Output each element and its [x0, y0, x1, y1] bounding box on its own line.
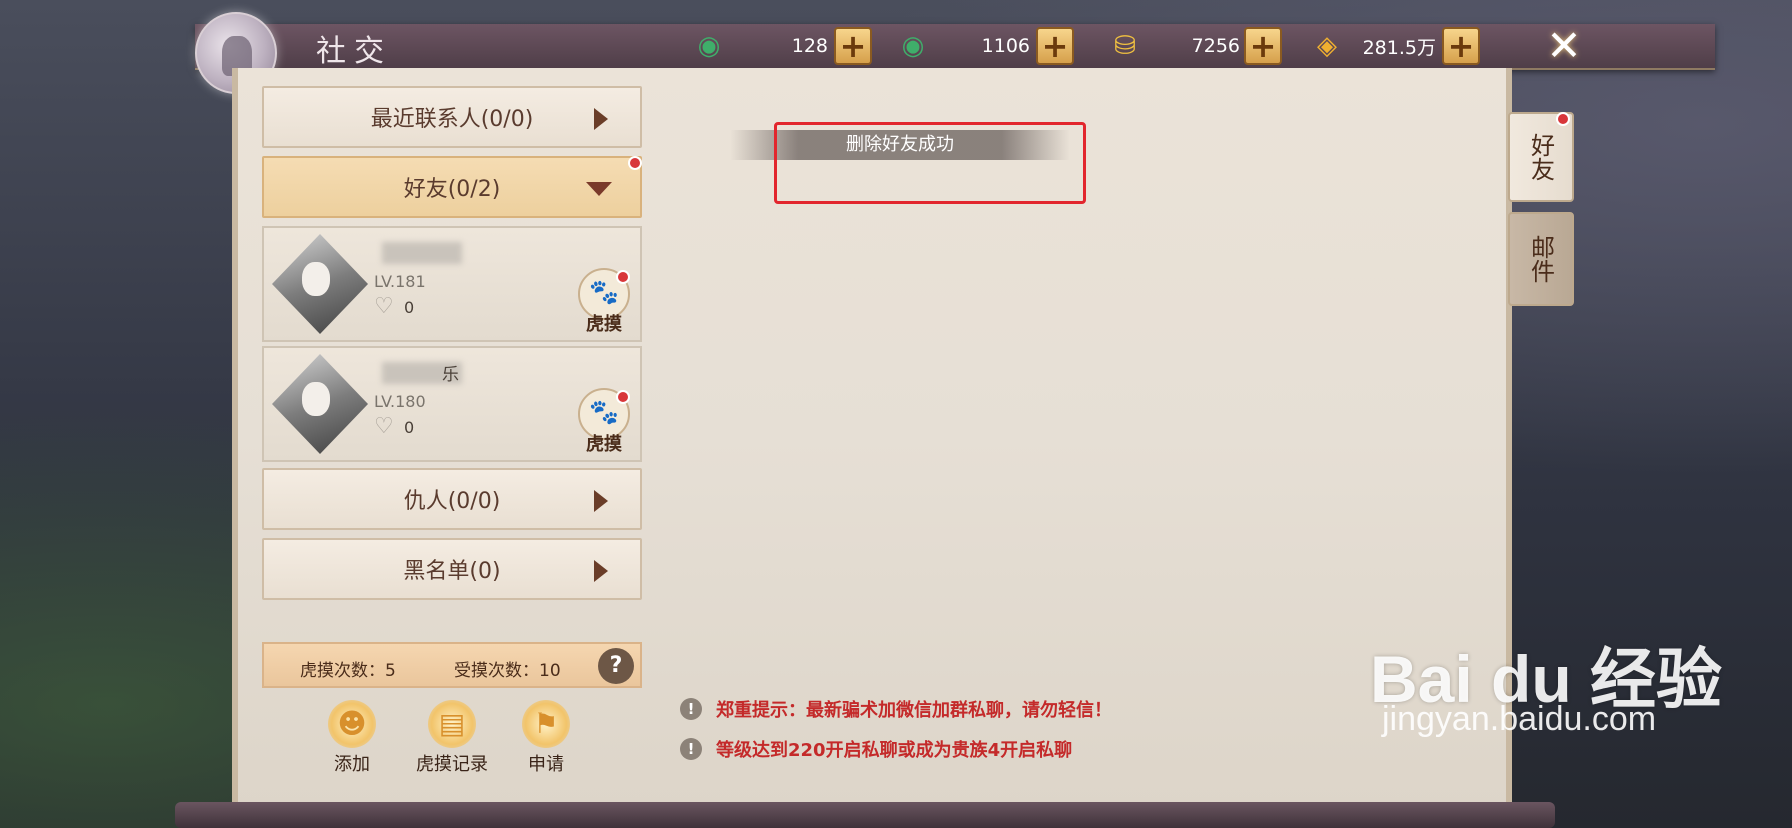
- currency-jade: ◉ 128 +: [692, 27, 872, 65]
- avatar-face: [302, 382, 330, 416]
- tab-mail[interactable]: 邮件: [1508, 212, 1574, 306]
- highlight-box: [774, 122, 1086, 204]
- category-friends-label: 好友(0/2): [403, 177, 501, 202]
- jade-value: 128: [791, 35, 828, 57]
- pat-button-label[interactable]: 虎摸: [578, 310, 630, 336]
- tab-mail-label: 邮件: [1526, 235, 1555, 283]
- notification-dot: [616, 270, 630, 284]
- panel-scroll-base: [175, 802, 1555, 828]
- notification-dot: [628, 156, 642, 170]
- add-label: 添加: [334, 754, 370, 775]
- bound-jade-value: 1106: [981, 35, 1030, 57]
- coin-icon: ◈: [1317, 31, 1337, 61]
- category-enemies[interactable]: 仇人(0/0): [262, 468, 642, 530]
- category-recent-label: 最近联系人(0/0): [370, 107, 534, 132]
- chevron-down-icon: [586, 182, 612, 196]
- chevron-right-icon: [594, 560, 608, 582]
- category-blacklist-label: 黑名单(0): [403, 559, 501, 584]
- add-gold-button[interactable]: +: [1244, 27, 1282, 65]
- friend-name: 乐: [442, 365, 459, 385]
- add-bound-jade-button[interactable]: +: [1036, 27, 1074, 65]
- heart-icon: ♡: [374, 294, 394, 319]
- warning-tip-text: 郑重提示：最新骗术加微信加群私聊，请勿轻信！: [716, 700, 1112, 721]
- help-button[interactable]: ?: [598, 648, 634, 684]
- apply-button[interactable]: ⚑ 申请: [502, 700, 590, 776]
- heart-icon: ♡: [374, 414, 394, 439]
- chevron-right-icon: [594, 108, 608, 130]
- tab-friends-label: 好友: [1526, 133, 1555, 181]
- friend-intimacy: 0: [404, 418, 415, 437]
- category-recent-contacts[interactable]: 最近联系人(0/0): [262, 86, 642, 148]
- pat-stats-bar: 虎摸次数：5 受摸次数：10 ?: [262, 642, 642, 688]
- record-label: 虎摸记录: [416, 754, 488, 775]
- gold-value: 7256: [1191, 35, 1240, 57]
- avatar-face: [302, 262, 330, 296]
- friend-level: LV.181: [374, 272, 426, 291]
- category-friends[interactable]: 好友(0/2): [262, 156, 642, 218]
- bound-jade-icon: ◉: [901, 31, 925, 61]
- window-title: 社交: [316, 34, 392, 69]
- pat-count: 虎摸次数：5: [300, 661, 396, 681]
- currency-coin: ◈ 281.5万 +: [1310, 27, 1480, 65]
- add-friend-button[interactable]: ☻ 添加: [308, 700, 396, 776]
- exclamation-icon: !: [680, 698, 702, 720]
- friend-intimacy: 0: [404, 298, 415, 317]
- currency-bound-jade: ◉ 1106 +: [896, 27, 1074, 65]
- add-coin-button[interactable]: +: [1442, 27, 1480, 65]
- friend-row[interactable]: LV.181 ♡ 0 🐾 虎摸: [262, 226, 642, 342]
- gold-ingot-icon: ⛁: [1114, 31, 1136, 61]
- pat-button-label[interactable]: 虎摸: [578, 430, 630, 456]
- currency-gold: ⛁ 7256 +: [1104, 27, 1282, 65]
- exclamation-icon: !: [680, 738, 702, 760]
- apply-label: 申请: [528, 754, 564, 775]
- notification-dot: [1556, 112, 1570, 126]
- person-add-icon: ☻: [328, 700, 376, 748]
- flag-icon: ⚑: [522, 700, 570, 748]
- category-blacklist[interactable]: 黑名单(0): [262, 538, 642, 600]
- chat-unlock-tip-text: 等级达到220开启私聊或成为贵族4开启私聊: [716, 740, 1073, 761]
- book-icon: ▤: [428, 700, 476, 748]
- category-enemies-label: 仇人(0/0): [403, 489, 501, 514]
- pat-record-button[interactable]: ▤ 虎摸记录: [408, 700, 496, 776]
- friend-row[interactable]: 乐 LV.180 ♡ 0 🐾 虎摸: [262, 346, 642, 462]
- friend-level: LV.180: [374, 392, 426, 411]
- warning-tip: ! 郑重提示：最新骗术加微信加群私聊，请勿轻信！: [680, 696, 1112, 722]
- close-button[interactable]: ✕: [1542, 24, 1586, 68]
- chevron-right-icon: [594, 490, 608, 512]
- add-jade-button[interactable]: +: [834, 27, 872, 65]
- name-blurred: [382, 242, 462, 264]
- chat-unlock-tip: ! 等级达到220开启私聊或成为贵族4开启私聊: [680, 736, 1072, 762]
- notification-dot: [616, 390, 630, 404]
- patted-count: 受摸次数：10: [454, 661, 561, 681]
- coin-value: 281.5万: [1362, 36, 1436, 59]
- watermark-url: jingyan.baidu.com: [1382, 700, 1657, 738]
- jade-icon: ◉: [697, 31, 721, 61]
